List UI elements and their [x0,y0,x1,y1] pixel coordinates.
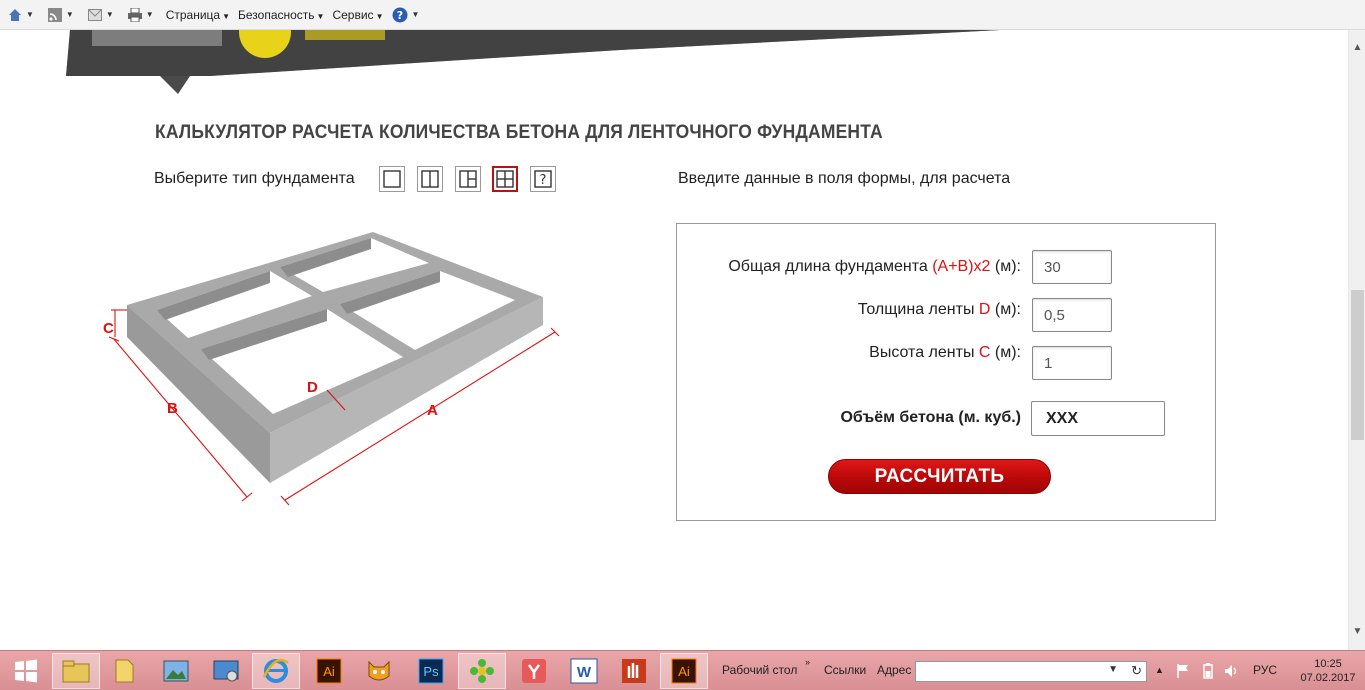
thickness-label: Толщина ленты D (м): [857,301,1021,318]
picture-icon [163,660,189,682]
chevron-down-icon[interactable]: ▼ [411,10,419,19]
length-input[interactable] [1032,250,1112,284]
refresh-icon[interactable]: ↻ [1131,663,1142,679]
svg-text:Ai: Ai [678,664,690,679]
windows-taskbar: Ai Ps W Ai Рабочий стол » Ссылки Адрес ▼… [0,650,1365,690]
rss-feed-icon[interactable] [46,6,64,24]
height-input[interactable] [1032,346,1112,380]
taskbar-app-scratch[interactable] [355,653,403,689]
taskbar-app-illustrator-2[interactable]: Ai [660,653,708,689]
svg-text:Ai: Ai [323,664,335,679]
dimension-label-d: D [307,379,318,396]
taskbar-app-explorer[interactable] [52,653,100,689]
help-icon[interactable]: ? [391,6,409,24]
show-hidden-icons-icon[interactable]: ▲ [1155,665,1164,675]
foundation-type-single-icon [383,170,401,188]
mail-icon[interactable] [86,6,104,24]
windows-logo-icon [15,659,37,683]
svg-text:Ps: Ps [423,664,439,679]
calculate-button[interactable]: РАССЧИТАТЬ [828,459,1051,494]
chevron-down-icon[interactable]: ▼ [1108,664,1118,675]
thickness-input[interactable] [1032,298,1112,332]
foundation-type-label: Выберите тип фундамента [154,170,355,187]
folder-icon [62,660,90,683]
menu-page[interactable]: Страница ▼ [166,8,230,22]
calculator-form: Общая длина фундамента (A+B)x2 (м): Толщ… [676,223,1216,521]
taskbar-app-word[interactable]: W [560,653,608,689]
dimension-label-c: C [103,320,114,337]
home-icon[interactable] [6,6,24,24]
svg-text:W: W [577,664,592,681]
foundation-type-t-button[interactable] [455,166,481,192]
height-label: Высота ленты C (м): [869,344,1021,361]
illustrator-icon: Ai [316,658,342,684]
clock-time: 10:25 [1314,658,1342,670]
menu-security[interactable]: Безопасность ▼ [238,8,324,22]
foundation-diagram: C B D A [103,232,560,506]
flower-icon [470,659,494,683]
system-clock[interactable]: 10:25 07.02.2017 [1296,657,1360,685]
browser-command-bar: ▼ ▼ ▼ ▼ Страница ▼ Безопасность ▼ Сервис ▼ … [0,0,1365,30]
chevron-down-icon[interactable]: ▼ [146,10,154,19]
chevron-right-icon[interactable]: » [805,657,810,667]
chevron-down-icon[interactable]: ▼ [26,10,34,19]
dimension-label-a: A [427,402,438,419]
yandex-browser-icon [522,659,546,683]
input-language-indicator[interactable]: РУС [1253,663,1277,677]
clock-date: 07.02.2017 [1300,672,1356,684]
foundation-type-t-icon [459,170,477,188]
cat-icon [368,660,390,681]
scrollbar-thumb[interactable] [1351,290,1364,440]
taskbar-app-photoshop[interactable]: Ps [407,653,455,689]
site-header-banner [66,30,1000,94]
foundation-type-split-icon [421,170,439,188]
foundation-type-split-button[interactable] [417,166,443,192]
photoshop-icon: Ps [418,658,444,684]
taskbar-app-files[interactable] [100,653,148,689]
start-button[interactable] [2,653,50,689]
illustrator-icon: Ai [671,658,697,684]
foundation-type-cross-icon [496,170,514,188]
taskbar-app-internet-explorer[interactable] [252,653,300,689]
foundation-type-cross-button[interactable] [492,166,518,192]
chevron-down-icon[interactable]: ▼ [66,10,74,19]
taskbar-app-control-panel[interactable] [202,653,250,689]
scroll-down-arrow-icon[interactable]: ▼ [1349,626,1365,642]
taskbar-app-icq[interactable] [458,653,506,689]
dimension-label-b: B [167,400,178,417]
length-label: Общая длина фундамента (A+B)x2 (м): [728,258,1021,275]
menu-tools[interactable]: Сервис ▼ [332,8,383,22]
svg-text:?: ? [397,9,403,22]
taskbar-app-yandex[interactable] [510,653,558,689]
volume-icon[interactable] [1222,662,1240,680]
svg-text:?: ? [540,173,547,188]
taskbar-app-photos[interactable] [152,653,200,689]
taskbar-address-input[interactable]: ▼ ↻ [915,661,1147,682]
taskbar-app-red-tool[interactable] [610,653,658,689]
form-instructions: Введите данные в поля формы, для расчета [678,170,1011,187]
page-title: КАЛЬКУЛЯТОР РАСЧЕТА КОЛИЧЕСТВА БЕТОНА ДЛ… [155,122,883,143]
document-folder-icon [115,659,134,683]
taskbar-address-label: Адрес [877,663,912,677]
print-icon[interactable] [126,6,144,24]
flag-icon[interactable] [1174,662,1192,680]
control-panel-icon [213,660,239,682]
internet-explorer-icon [262,658,289,683]
taskbar-desktop-toolbar[interactable]: Рабочий стол [722,663,797,677]
result-label: Объём бетона (м. куб.) [840,409,1021,426]
scroll-up-arrow-icon[interactable]: ▲ [1349,42,1365,58]
taskbar-app-illustrator[interactable]: Ai [305,653,353,689]
hand-icon [622,659,646,683]
foundation-type-single-button[interactable] [379,166,405,192]
taskbar-links-toolbar[interactable]: Ссылки [824,663,866,677]
battery-icon[interactable] [1199,662,1217,680]
chevron-down-icon[interactable]: ▼ [106,10,114,19]
word-icon: W [570,658,598,684]
foundation-type-help-button[interactable]: ? [530,166,556,192]
question-mark-icon: ? [534,170,552,188]
vertical-scrollbar[interactable]: ▲ ▼ [1348,30,1365,650]
result-value: XXX [1031,401,1165,436]
